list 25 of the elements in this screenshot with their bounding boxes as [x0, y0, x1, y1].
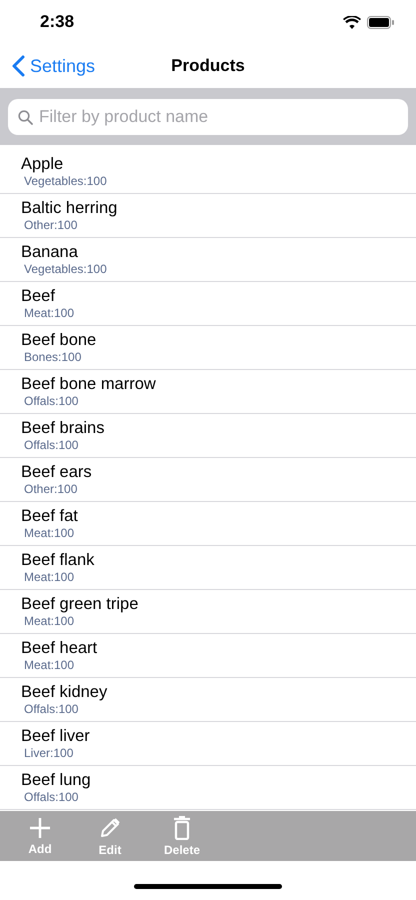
product-row[interactable]: Beef green tripe Meat:100 — [0, 590, 416, 634]
product-row[interactable]: Beef Meat:100 — [0, 282, 416, 326]
product-row[interactable]: Beef bone Bones:100 — [0, 326, 416, 370]
search-field[interactable]: Filter by product name — [8, 98, 408, 134]
product-row[interactable]: Apple Vegetables:100 — [0, 150, 416, 194]
product-row[interactable]: Baltic herring Other:100 — [0, 194, 416, 238]
trash-icon — [173, 816, 192, 840]
product-row[interactable]: Beef heart Meat:100 — [0, 634, 416, 678]
product-row[interactable]: Beef bone marrow Offals:100 — [0, 370, 416, 414]
status-time: 2:38 — [40, 12, 74, 32]
chevron-left-icon — [12, 55, 25, 77]
wifi-icon — [343, 16, 361, 28]
battery-icon — [367, 16, 394, 28]
product-row[interactable]: Beef ears Other:100 — [0, 458, 416, 502]
product-row[interactable]: Beef fat Meat:100 — [0, 502, 416, 546]
product-row[interactable]: Beef liver Liver:100 — [0, 722, 416, 766]
product-row[interactable]: Beef kidney Offals:100 — [0, 678, 416, 722]
product-row[interactable]: Beef lung Offals:100 — [0, 766, 416, 810]
product-row[interactable]: Banana Vegetables:100 — [0, 238, 416, 282]
nav-title: Products — [171, 56, 245, 76]
product-row[interactable]: Beef brains Offals:100 — [0, 414, 416, 458]
pencil-icon — [98, 816, 122, 840]
plus-icon — [29, 816, 51, 838]
back-button[interactable]: Settings — [0, 55, 96, 77]
product-row[interactable]: Beef flank Meat:100 — [0, 546, 416, 590]
